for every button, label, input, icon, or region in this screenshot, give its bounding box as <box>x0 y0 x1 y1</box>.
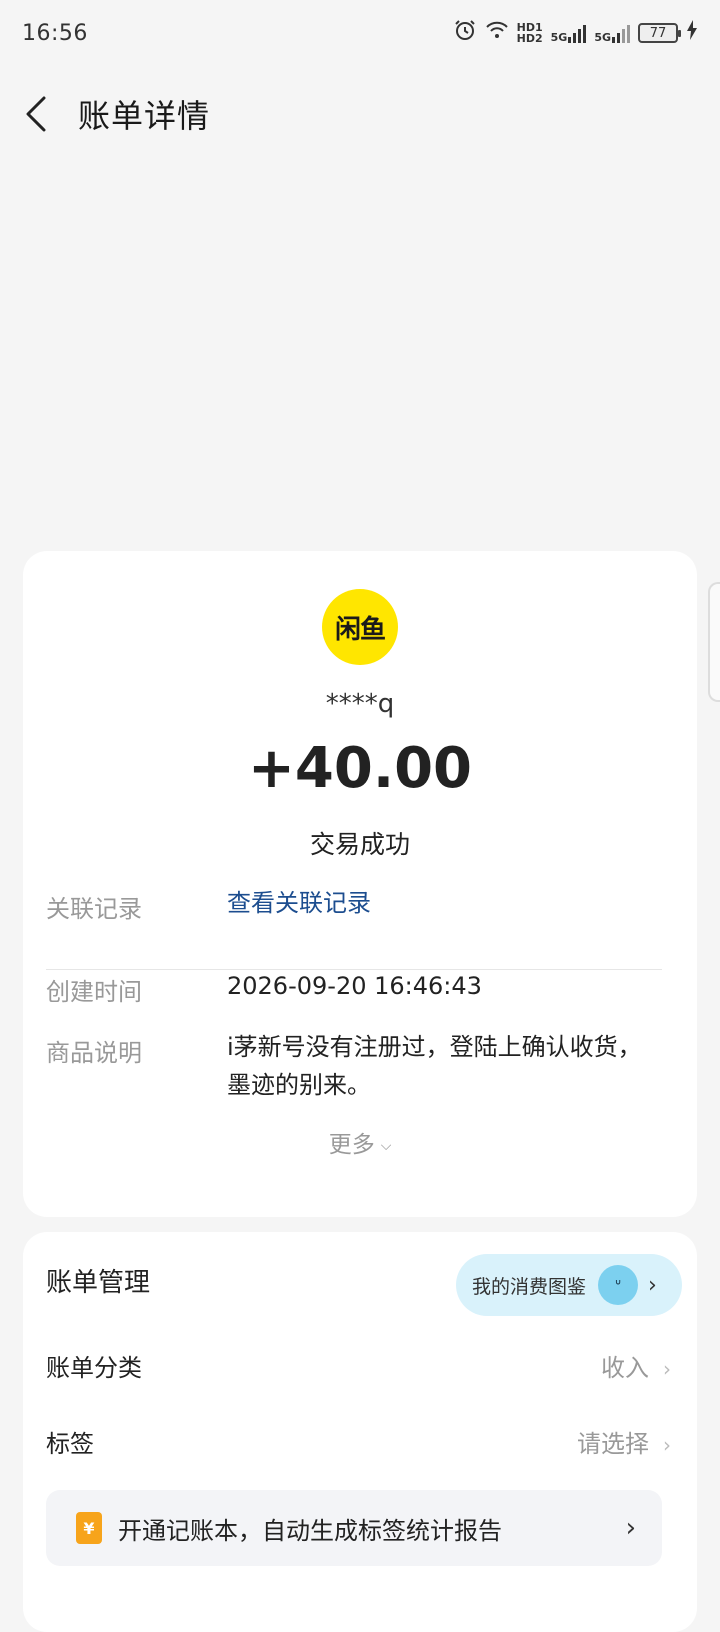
related-label: 关联记录 <box>46 895 142 923</box>
hd2-label: HD2 <box>516 32 543 45</box>
back-button[interactable] <box>24 94 56 134</box>
charging-icon <box>686 19 698 47</box>
category-value: 收入 <box>601 1354 649 1382</box>
tag-value: 请选择 <box>577 1430 649 1458</box>
more-label: 更多 <box>328 1132 375 1158</box>
yen-ticket-icon: ¥ <box>76 1512 102 1544</box>
mascot-icon: ᐡ <box>598 1265 639 1305</box>
transaction-card: 闲鱼 ****q +40.00 交易成功 关联记录 查看关联记录 创建时间 20… <box>23 551 697 1217</box>
banner-text: 开通记账本，自动生成标签统计报告 <box>118 1516 502 1545</box>
signal-icon-2: 5G <box>594 23 630 43</box>
category-label: 账单分类 <box>46 1354 142 1382</box>
description-line-1: i茅新号没有注册过，登陆上确认收货， <box>227 1033 642 1061</box>
transaction-status: 交易成功 <box>309 830 410 859</box>
chevron-right-icon: › <box>663 1357 671 1381</box>
network-label-2: 5G <box>594 31 611 44</box>
status-bar: 16:56 HD1 HD2 5G 5G 77 <box>0 0 720 66</box>
page-title: 账单详情 <box>78 97 211 135</box>
more-button[interactable]: 更多 ⌵ <box>23 1125 697 1159</box>
network-label-1: 5G <box>550 31 568 44</box>
description-value: i茅新号没有注册过，登陆上确认收货， 墨迹的别来。 <box>227 1028 642 1104</box>
status-icons: HD1 HD2 5G 5G 77 <box>453 18 698 48</box>
bookkeeping-banner[interactable]: ¥ 开通记账本，自动生成标签统计报告 › <box>46 1490 662 1566</box>
transaction-amount: +40.00 <box>247 736 473 801</box>
chevron-left-icon <box>26 96 46 132</box>
merchant-logo: 闲鱼 <box>322 589 398 665</box>
battery-icon: 77 <box>638 23 681 43</box>
description-label: 商品说明 <box>46 1039 142 1067</box>
created-time-label: 创建时间 <box>46 978 142 1006</box>
consumption-gallery-button[interactable]: 我的消费图鉴 ᐡ › <box>456 1254 682 1316</box>
alarm-icon <box>453 18 477 48</box>
status-time: 16:56 <box>22 20 88 46</box>
tag-row[interactable]: 请选择 › <box>577 1424 671 1459</box>
tag-label: 标签 <box>46 1430 94 1458</box>
hd-indicator: HD1 HD2 <box>517 22 543 44</box>
description-line-2: 墨迹的别来。 <box>227 1071 371 1099</box>
bill-management-card: 账单管理 我的消费图鉴 ᐡ › 账单分类 收入 › 标签 请选择 › ¥ 开通记账本… <box>23 1232 697 1632</box>
chevron-down-icon: ⌵ <box>380 1137 392 1154</box>
chevron-right-icon: › <box>648 1272 657 1298</box>
nav-bar: 账单详情 <box>0 78 720 150</box>
side-edge-handle[interactable] <box>708 582 720 702</box>
chevron-right-icon: › <box>625 1513 636 1543</box>
wifi-icon <box>485 20 509 46</box>
view-related-link[interactable]: 查看关联记录 <box>227 884 371 922</box>
bill-management-title: 账单管理 <box>46 1268 151 1298</box>
category-row[interactable]: 收入 › <box>601 1348 671 1383</box>
payer-name: ****q <box>325 689 395 719</box>
chevron-right-icon: › <box>663 1433 671 1457</box>
consumption-gallery-label: 我的消费图鉴 <box>472 1275 587 1298</box>
signal-icon: 5G <box>551 23 587 43</box>
created-time-value: 2026-09-20 16:46:43 <box>227 972 482 1000</box>
